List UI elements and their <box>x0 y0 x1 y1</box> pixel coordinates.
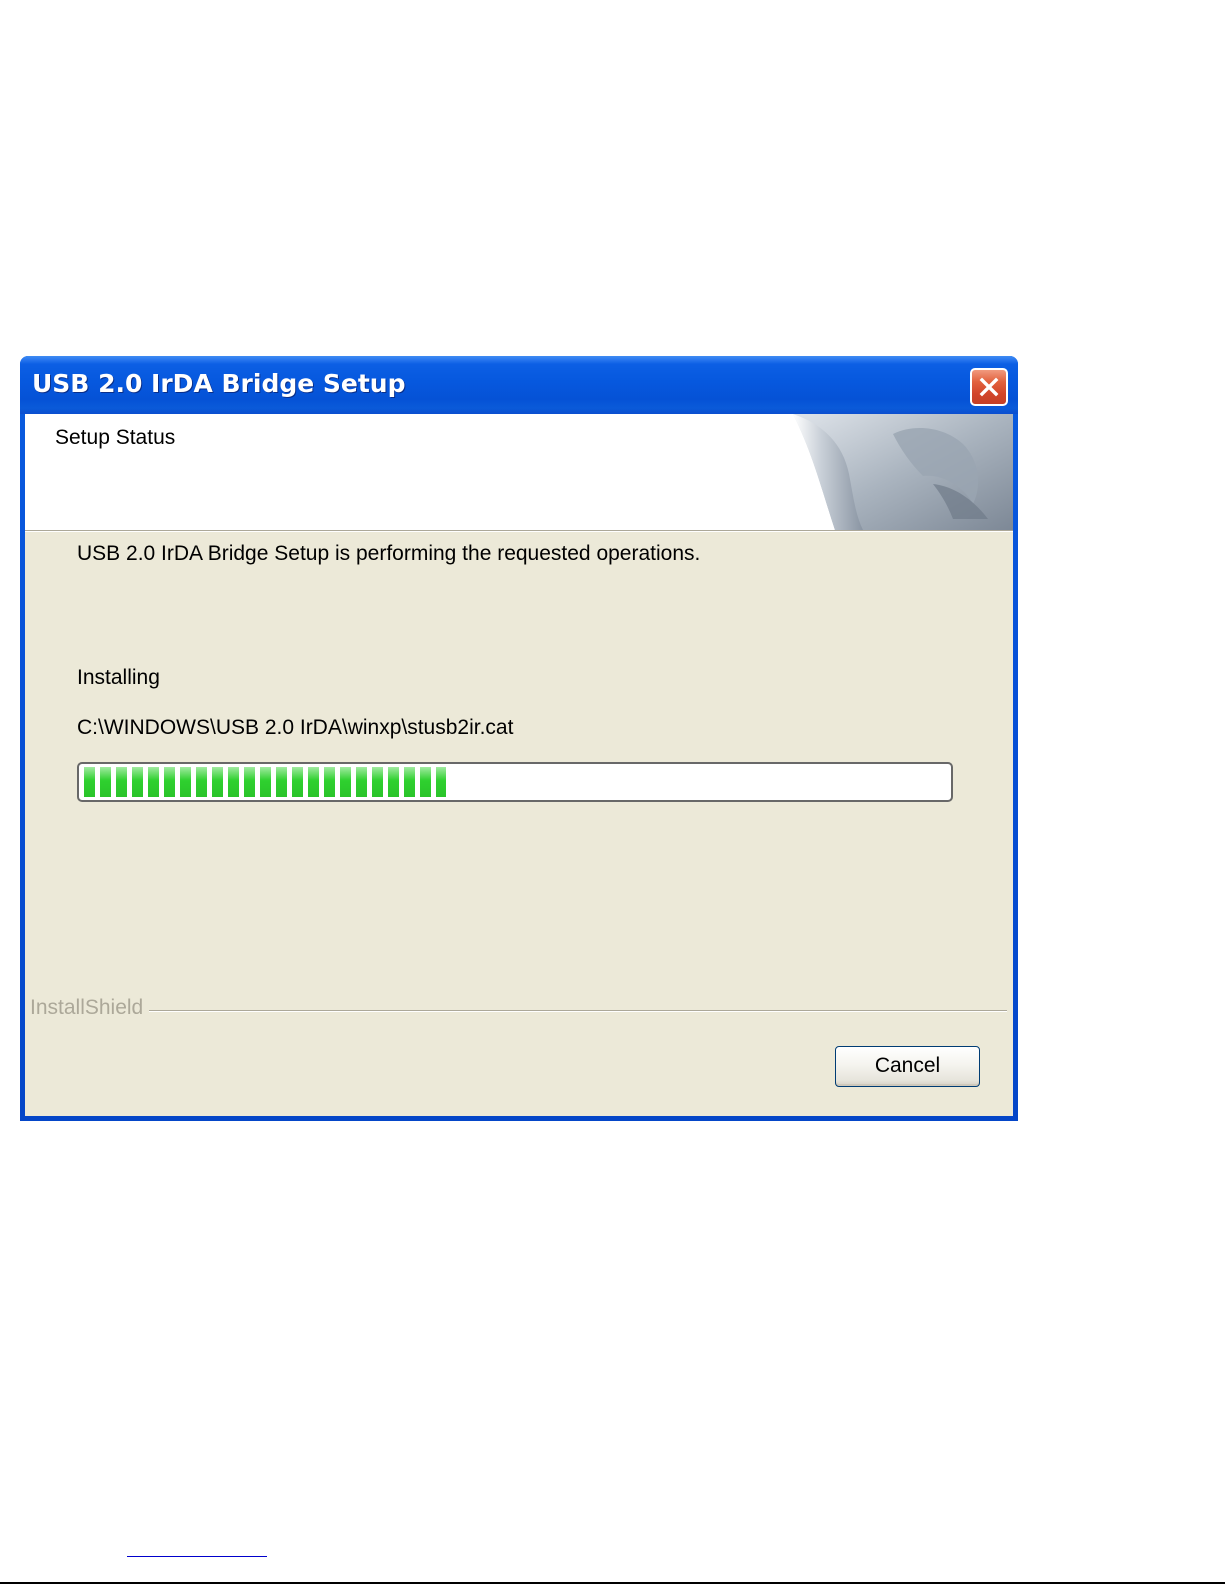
page-footer-rule <box>0 1582 1225 1584</box>
setup-window: USB 2.0 IrDA Bridge Setup Setup Status U… <box>20 356 1018 1121</box>
cancel-button[interactable]: Cancel <box>835 1046 980 1087</box>
header-divider-highlight <box>25 531 1013 532</box>
footer-divider <box>145 1010 1007 1012</box>
page-footer-link-underline[interactable] <box>127 1556 267 1557</box>
close-icon <box>979 377 999 397</box>
client-area: Setup Status USB 2.0 IrDA Bridge Setup i… <box>25 414 1013 1116</box>
page-title: Setup Status <box>55 426 176 449</box>
close-button[interactable] <box>970 368 1008 406</box>
installshield-brand: InstallShield <box>30 996 150 1020</box>
progress-bar <box>77 762 953 802</box>
progress-track <box>82 767 948 797</box>
window-title: USB 2.0 IrDA Bridge Setup <box>32 369 406 398</box>
status-label: Installing <box>77 666 160 689</box>
installshield-page-curl-graphic <box>793 414 1013 530</box>
header-band: Setup Status <box>25 414 1013 530</box>
title-bar[interactable]: USB 2.0 IrDA Bridge Setup <box>20 356 1018 414</box>
page: USB 2.0 IrDA Bridge Setup Setup Status U… <box>0 0 1225 1585</box>
current-file-path: C:\WINDOWS\USB 2.0 IrDA\winxp\stusb2ir.c… <box>77 716 514 739</box>
progress-fill <box>82 767 446 797</box>
operation-description: USB 2.0 IrDA Bridge Setup is performing … <box>77 542 701 565</box>
